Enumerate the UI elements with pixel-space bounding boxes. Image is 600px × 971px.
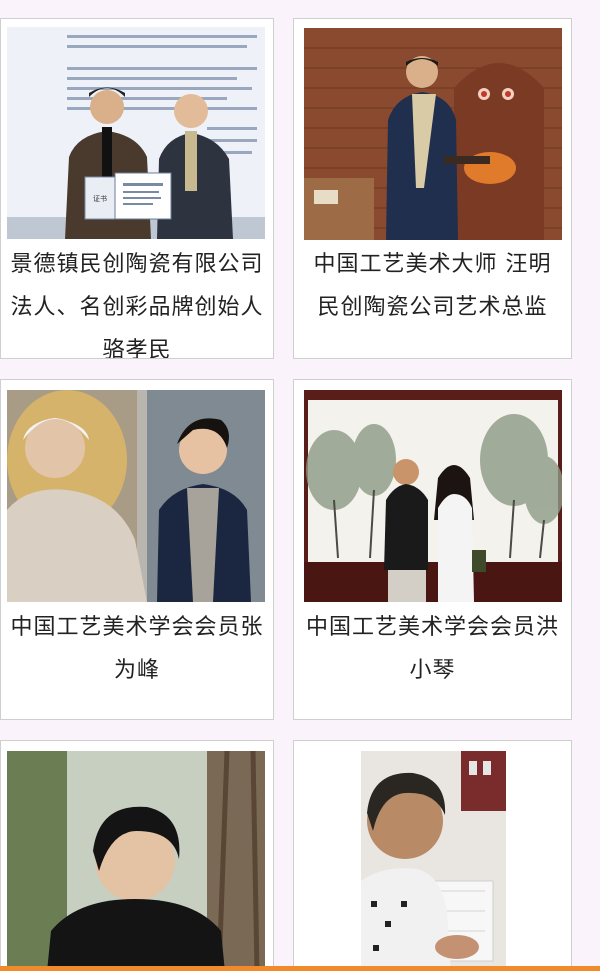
gallery-card-2[interactable]: 中国工艺美术大师 汪明 民创陶瓷公司艺术总监 — [293, 18, 572, 359]
gallery-card-6[interactable] — [293, 740, 572, 971]
card-caption: 景德镇民创陶瓷有限公司法人、名创彩品牌创始人骆孝民 — [10, 252, 264, 359]
gallery-card-1[interactable]: 证书 景德镇民创陶瓷有限公司法人、名创彩品牌创始人骆孝民 — [0, 18, 274, 359]
bottom-accent-bar — [0, 966, 600, 971]
gallery-card-4[interactable]: 中国工艺美术学会会员洪小琴 — [293, 379, 572, 720]
card-caption: 中国工艺美术学会会员洪小琴 — [305, 615, 559, 683]
certificate-label: 证书 — [93, 194, 107, 203]
gallery-card-3[interactable]: 中国工艺美术学会会员张为峰 — [0, 379, 274, 720]
craftsman-working-photo[interactable] — [361, 751, 506, 970]
card-caption: 中国工艺美术大师 汪明 民创陶瓷公司艺术总监 — [313, 252, 552, 320]
gallery-card-5[interactable] — [0, 740, 274, 971]
award-ceremony-photo[interactable]: 证书 — [7, 27, 265, 239]
kiln-portrait-photo[interactable] — [304, 28, 562, 240]
couple-before-painting-photo[interactable] — [304, 390, 562, 602]
elder-and-young-man-photo[interactable] — [7, 390, 265, 602]
card-caption: 中国工艺美术学会会员张为峰 — [10, 615, 264, 683]
outdoor-portrait-photo[interactable] — [7, 751, 265, 970]
